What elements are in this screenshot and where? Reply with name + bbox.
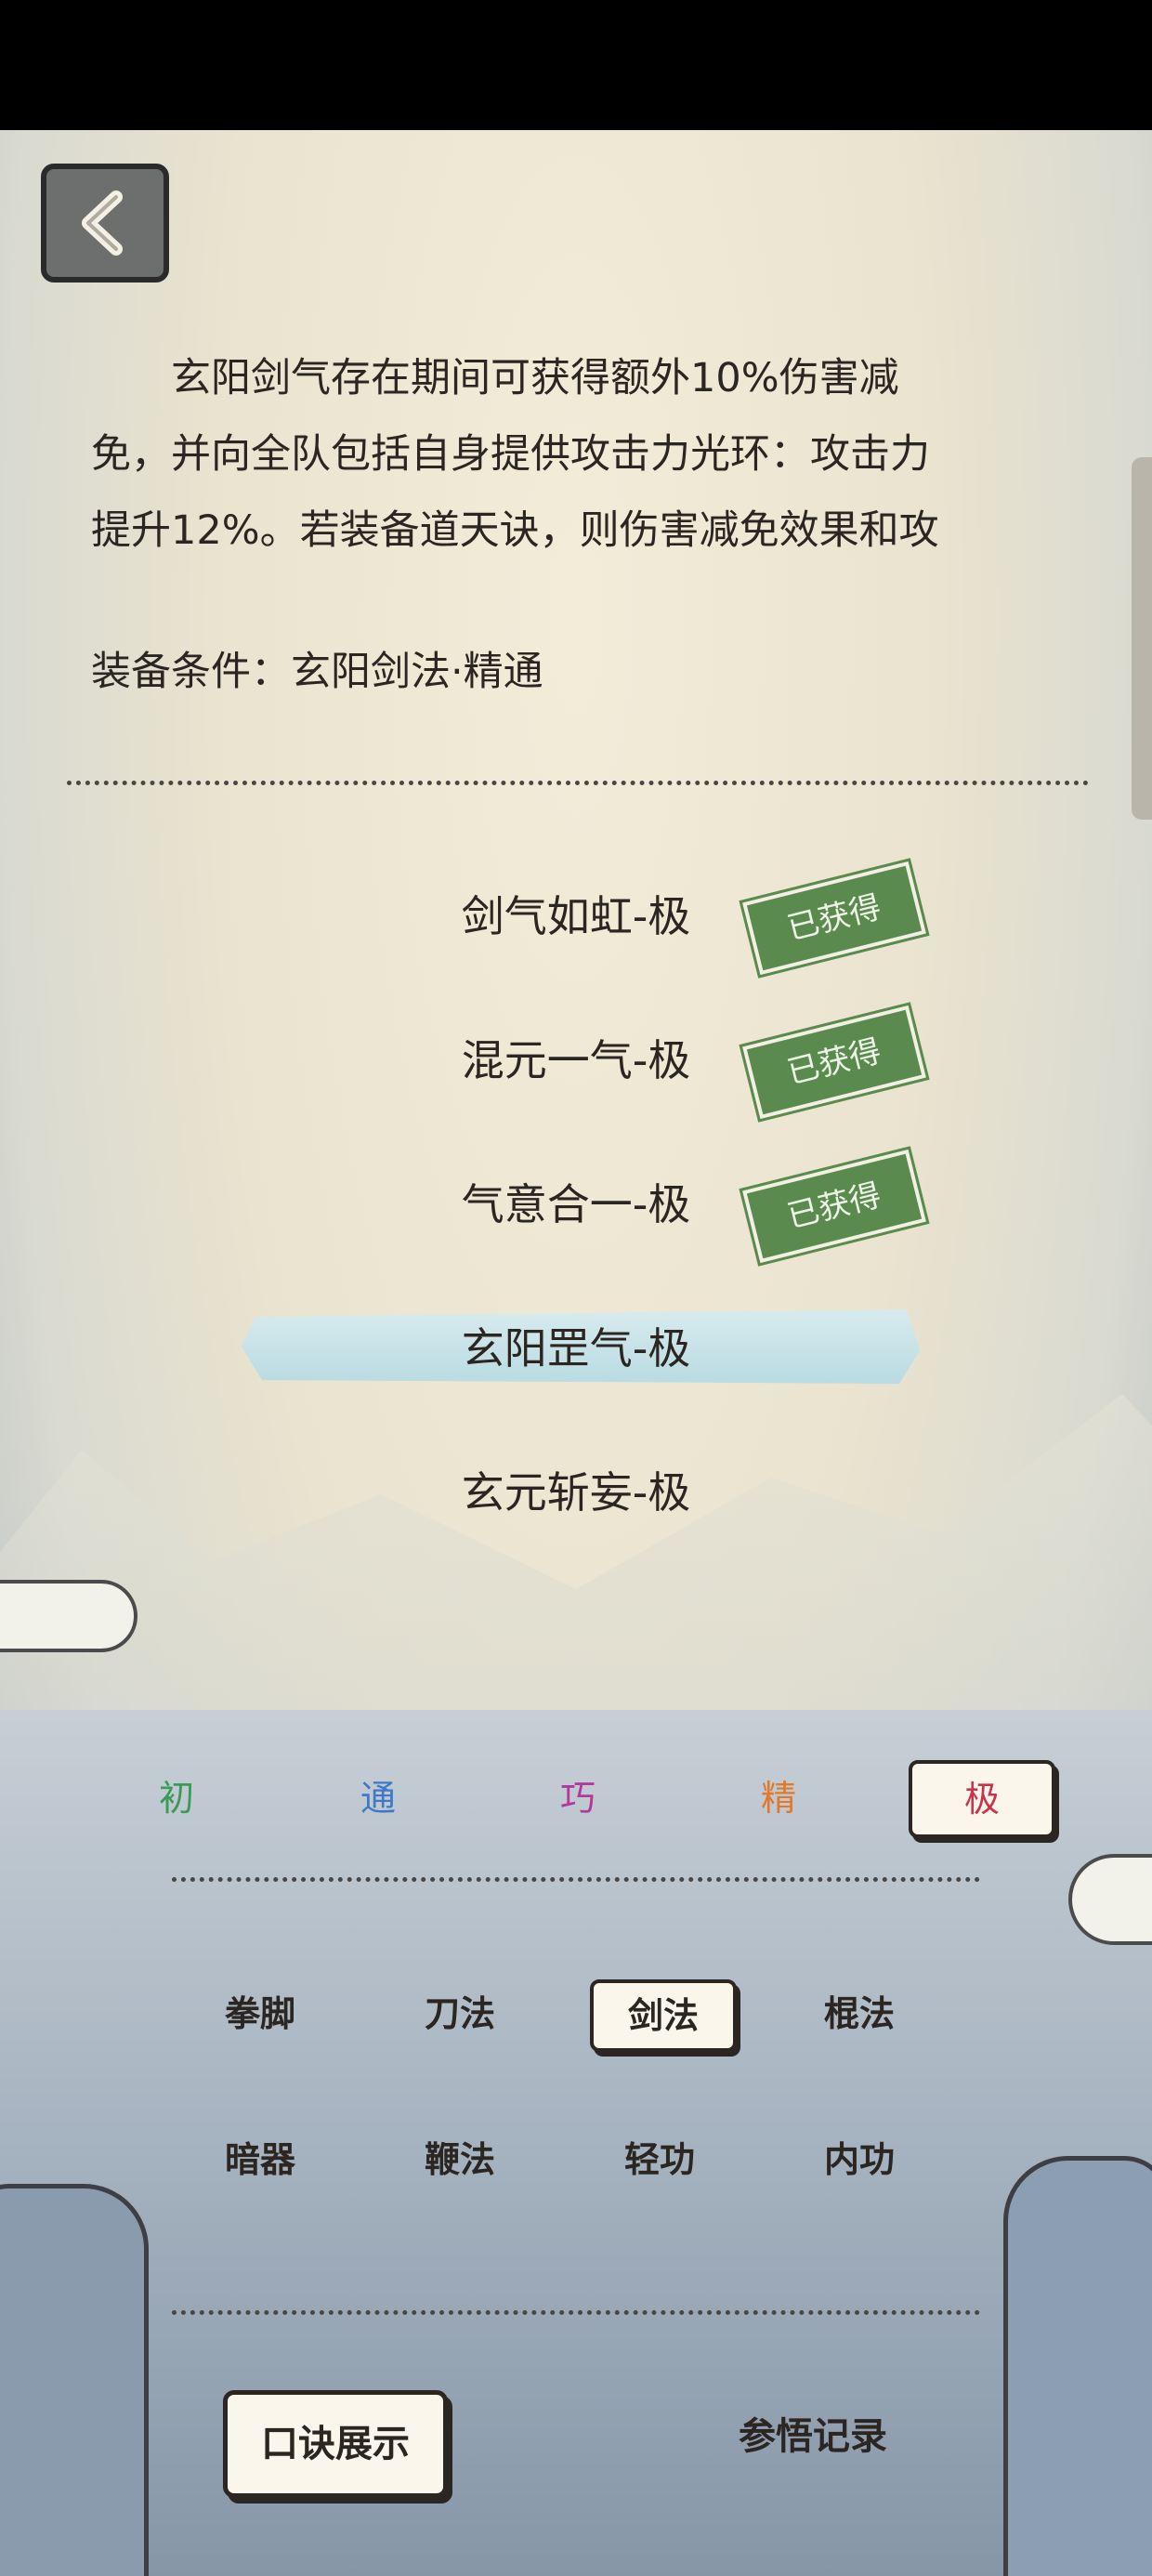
- divider: [172, 1877, 980, 1882]
- grade-tab-jing[interactable]: 精: [709, 1756, 848, 1840]
- skill-item-selected[interactable]: 玄阳罡气-极: [0, 1287, 1152, 1399]
- skill-item[interactable]: 气意合一-极 已获得: [0, 1143, 1152, 1268]
- grade-tab-qiao[interactable]: 巧: [508, 1756, 648, 1840]
- description-line: 提升12%。若装备道天诀，则伤害减免效果和攻: [91, 507, 939, 554]
- description-line: 玄阳剑气存在期间可获得额外10%伤害减: [91, 355, 899, 401]
- scrollbar[interactable]: [1132, 457, 1152, 820]
- skill-item[interactable]: 剑气如虹-极 已获得: [0, 855, 1152, 979]
- category-tab-neigong[interactable]: 内功: [790, 2125, 929, 2194]
- category-tab-daofa[interactable]: 刀法: [390, 1979, 530, 2048]
- skill-name: 玄元斩妄-极: [461, 1467, 691, 1518]
- category-tab-quanjiao[interactable]: 拳脚: [190, 1979, 330, 2048]
- show-formula-button[interactable]: 口诀展示: [223, 2390, 448, 2498]
- category-tab-gunfa[interactable]: 棍法: [790, 1979, 929, 2048]
- divider: [172, 2310, 980, 2315]
- back-arrow-icon: [82, 191, 123, 256]
- description-line: 免，并向全队包括自身提供攻击力光环：攻击力: [91, 431, 930, 478]
- grade-tab-chu[interactable]: 初: [107, 1756, 246, 1840]
- acquired-stamp: 已获得: [739, 1145, 930, 1268]
- skill-name: 玄阳罡气-极: [461, 1323, 691, 1373]
- background-rock-right: [1003, 2156, 1152, 2576]
- equip-condition: 装备条件：玄阳剑法·精通: [91, 649, 543, 695]
- grade-tab-ji[interactable]: 极: [909, 1760, 1055, 1838]
- divider: [67, 781, 1089, 785]
- category-tab-qinggong[interactable]: 轻功: [590, 2125, 729, 2194]
- acquired-stamp: 已获得: [739, 857, 930, 979]
- skill-item[interactable]: 混元一气-极 已获得: [0, 999, 1152, 1124]
- skill-name: 气意合一-极: [461, 1179, 691, 1229]
- background-cloud-left: [0, 1580, 137, 1652]
- background-cloud-right: [1068, 1854, 1152, 1945]
- back-button[interactable]: [41, 164, 169, 283]
- background-rock-left: [0, 2184, 149, 2576]
- comprehension-record-button[interactable]: 参悟记录: [706, 2399, 920, 2474]
- grade-tab-tong[interactable]: 通: [308, 1756, 448, 1840]
- skill-name: 剑气如虹-极: [461, 891, 691, 941]
- skill-name: 混元一气-极: [461, 1035, 691, 1085]
- category-tab-bianfa[interactable]: 鞭法: [390, 2125, 530, 2194]
- skill-item[interactable]: 玄元斩妄-极: [0, 1431, 1152, 1543]
- category-tab-jianfa[interactable]: 剑法: [590, 1979, 737, 2052]
- category-tab-anqi[interactable]: 暗器: [190, 2125, 330, 2194]
- grade-tabs: 初 通 巧 精 极: [0, 1756, 1152, 1840]
- acquired-stamp: 已获得: [739, 1001, 930, 1124]
- skill-description: 玄阳剑气存在期间可获得额外10%伤害减 免，并向全队包括自身提供攻击力光环：攻击…: [91, 340, 1039, 569]
